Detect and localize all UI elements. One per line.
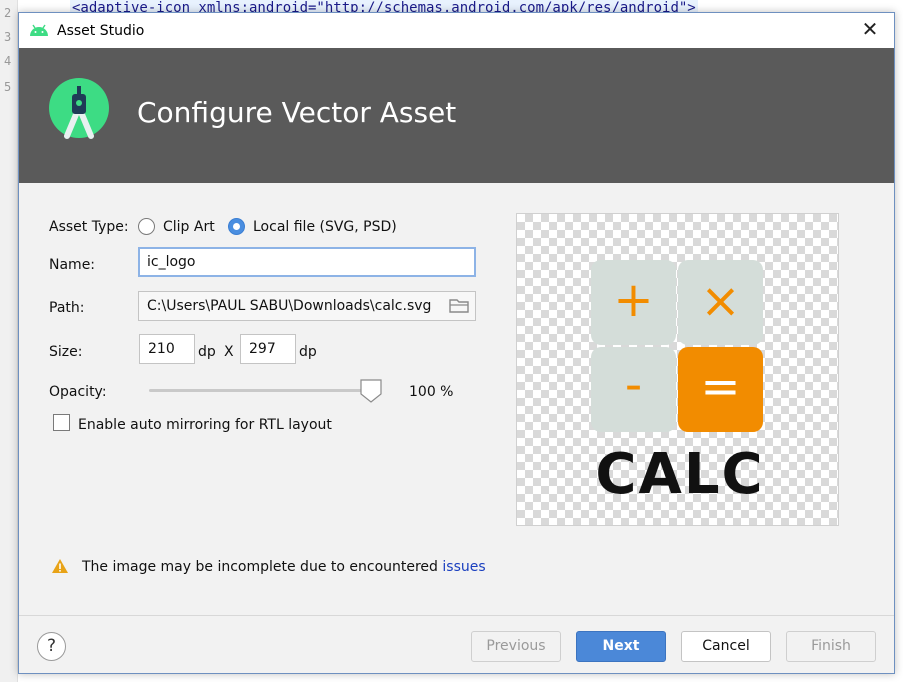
calc-key-minus: - xyxy=(591,347,676,432)
local-file-radio-label[interactable]: Local file (SVG, PSD) xyxy=(253,219,397,235)
finish-button[interactable]: Finish xyxy=(786,631,876,662)
previous-button[interactable]: Previous xyxy=(471,631,561,662)
line-number: 2 xyxy=(4,6,12,20)
warning-text: The image may be incomplete due to encou… xyxy=(82,559,443,575)
line-number: 5 xyxy=(4,80,12,94)
clip-art-radio[interactable] xyxy=(138,218,155,235)
warning-icon xyxy=(52,559,68,573)
rtl-mirroring-label[interactable]: Enable auto mirroring for RTL layout xyxy=(78,417,332,433)
ide-gutter: 2 3 4 5 xyxy=(0,0,18,682)
calc-key-times: × xyxy=(678,260,763,345)
line-number: 4 xyxy=(4,54,12,68)
cancel-button[interactable]: Cancel xyxy=(681,631,771,662)
opacity-slider-track[interactable] xyxy=(149,389,381,392)
height-unit: dp xyxy=(299,344,317,360)
help-button[interactable]: ? xyxy=(37,632,66,661)
local-file-radio[interactable] xyxy=(228,218,245,235)
opacity-slider-thumb[interactable] xyxy=(360,379,382,403)
android-studio-logo-icon xyxy=(49,78,109,139)
calc-caption: CALC xyxy=(595,442,765,507)
opacity-label: Opacity: xyxy=(49,384,107,400)
calc-key-plus: + xyxy=(591,260,676,345)
size-label: Size: xyxy=(49,344,83,360)
asset-type-label: Asset Type: xyxy=(49,219,129,235)
name-field[interactable]: ic_logo xyxy=(138,247,476,277)
calc-key-equals: = xyxy=(678,347,763,432)
height-field[interactable]: 297 xyxy=(240,334,296,364)
issues-link[interactable]: issues xyxy=(442,559,485,575)
header-banner: Configure Vector Asset xyxy=(19,48,894,183)
asset-preview: + × - = CALC xyxy=(516,213,839,526)
width-field[interactable]: 210 xyxy=(139,334,195,364)
dialog-footer: ? Previous Next Cancel Finish xyxy=(19,615,894,673)
calc-image: + × - = xyxy=(591,260,765,436)
opacity-value: 100 % xyxy=(409,384,454,400)
path-field[interactable]: C:\Users\PAUL SABU\Downloads\calc.svg xyxy=(138,291,476,321)
width-unit: dp xyxy=(198,344,216,360)
clip-art-radio-label[interactable]: Clip Art xyxy=(163,219,215,235)
name-label: Name: xyxy=(49,257,96,273)
folder-icon[interactable] xyxy=(449,298,469,314)
path-label: Path: xyxy=(49,300,85,316)
title-bar: Asset Studio ✕ xyxy=(19,13,894,48)
page-title: Configure Vector Asset xyxy=(137,96,457,129)
rtl-mirroring-checkbox[interactable] xyxy=(53,414,70,431)
line-number: 3 xyxy=(4,30,12,44)
window-title: Asset Studio xyxy=(57,23,145,39)
close-button[interactable]: ✕ xyxy=(858,19,882,43)
form-content: Asset Type: Clip Art Local file (SVG, PS… xyxy=(19,183,894,615)
android-icon xyxy=(30,24,48,36)
warning-message: The image may be incomplete due to encou… xyxy=(82,559,486,575)
next-button[interactable]: Next xyxy=(576,631,666,662)
asset-studio-dialog: Asset Studio ✕ Configure Vector Asset As… xyxy=(18,12,895,674)
size-separator: X xyxy=(224,344,234,360)
